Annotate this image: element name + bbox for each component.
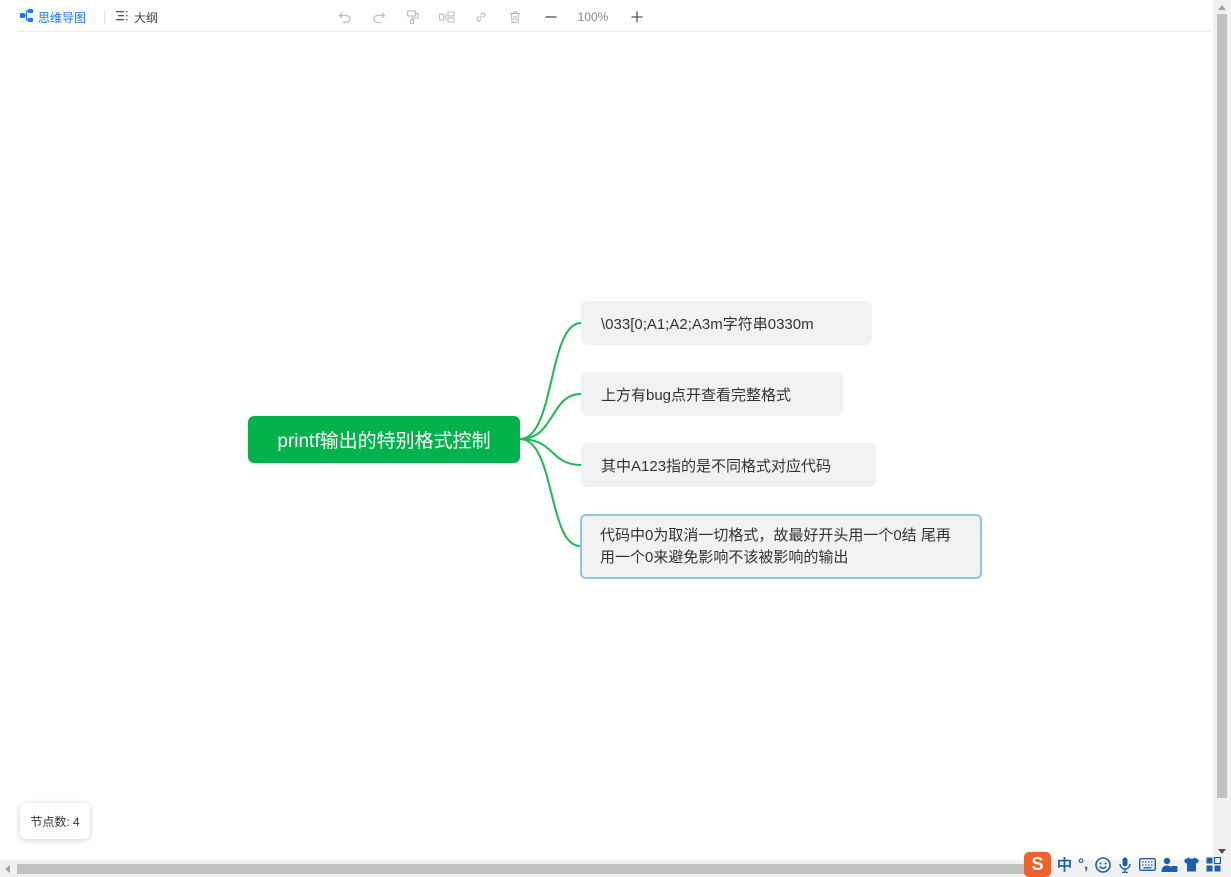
link-child-1 bbox=[519, 322, 582, 440]
mindmap-view-tab[interactable]: 思维导图 bbox=[20, 2, 86, 32]
zoom-out-button[interactable] bbox=[542, 8, 560, 26]
outline-icon bbox=[116, 10, 128, 24]
link-child-4 bbox=[519, 438, 581, 547]
redo-button[interactable] bbox=[370, 8, 388, 26]
undo-icon bbox=[338, 12, 351, 24]
child-node[interactable]: 上方有bug点开查看完整格式 bbox=[581, 372, 843, 416]
format-painter-button[interactable] bbox=[404, 8, 422, 26]
delete-icon bbox=[510, 11, 520, 24]
child-node[interactable]: 其中A123指的是不同格式对应代码 bbox=[581, 443, 876, 487]
link-icon bbox=[476, 12, 486, 22]
mindmap-canvas[interactable]: printf输出的特别格式控制 \033[0;A1;A2;A3m字符串0330m… bbox=[0, 33, 1213, 860]
keyboard-icon[interactable] bbox=[1138, 856, 1156, 874]
scroll-up-arrow-icon[interactable] bbox=[1213, 0, 1231, 14]
link-child-2 bbox=[519, 393, 582, 440]
format-painter-icon bbox=[406, 10, 419, 24]
ime-toolbar: S 中 °, bbox=[1024, 852, 1231, 877]
user-service-icon[interactable] bbox=[1160, 856, 1178, 874]
skin-shirt-icon[interactable] bbox=[1182, 856, 1200, 874]
toolbox-grid-icon[interactable] bbox=[1204, 856, 1222, 874]
outline-view-tab[interactable]: 大纲 bbox=[116, 2, 158, 32]
link-button[interactable] bbox=[472, 8, 490, 26]
toolbar-divider bbox=[104, 10, 105, 24]
mindmap-view-label: 思维导图 bbox=[38, 10, 87, 25]
toolbar: 思维导图 大纲 100% bbox=[18, 2, 1211, 32]
vertical-scroll-thumb[interactable] bbox=[1217, 14, 1227, 798]
ime-language-mode[interactable]: 中 bbox=[1057, 854, 1072, 875]
root-node[interactable]: printf输出的特别格式控制 bbox=[248, 416, 520, 463]
node-count-badge: 节点数: 4 bbox=[20, 803, 90, 839]
zoom-in-icon bbox=[631, 11, 643, 23]
mindmap-icon bbox=[20, 9, 33, 25]
child-node-label: 上方有bug点开查看完整格式 bbox=[601, 386, 792, 404]
zoom-in-button[interactable] bbox=[628, 8, 646, 26]
child-node-selected[interactable]: 代码中0为取消一切格式，故最好开头用一个0结 尾再用一个0来避免影响不该被影响的… bbox=[580, 514, 982, 579]
horizontal-scroll-thumb[interactable] bbox=[17, 864, 1027, 874]
zoom-level: 100% bbox=[577, 10, 609, 24]
zoom-out-icon bbox=[545, 16, 557, 18]
child-node-label: \033[0;A1;A2;A3m字符串0330m bbox=[601, 315, 814, 333]
undo-button[interactable] bbox=[336, 8, 354, 26]
outline-view-label: 大纲 bbox=[134, 10, 159, 25]
child-node-label: 其中A123指的是不同格式对应代码 bbox=[601, 457, 832, 475]
emoji-icon[interactable] bbox=[1094, 856, 1112, 874]
child-node-label: 代码中0为取消一切格式，故最好开头用一个0结 尾再用一个0来避免影响不该被影响的… bbox=[600, 526, 951, 566]
mindmap-editor: 思维导图 大纲 100% printf输出的特别格式控制 \033[0;A1;A… bbox=[0, 0, 1231, 877]
insert-node-button[interactable] bbox=[438, 8, 456, 26]
ime-punctuation-mode[interactable]: °, bbox=[1078, 856, 1088, 873]
redo-icon bbox=[373, 12, 386, 24]
insert-node-icon bbox=[439, 11, 455, 23]
sogou-logo-icon[interactable]: S bbox=[1024, 852, 1051, 877]
child-node[interactable]: \033[0;A1;A2;A3m字符串0330m bbox=[581, 301, 872, 345]
scroll-left-arrow-icon[interactable] bbox=[0, 860, 14, 877]
delete-button[interactable] bbox=[506, 8, 524, 26]
vertical-scrollbar[interactable] bbox=[1213, 0, 1231, 860]
microphone-icon[interactable] bbox=[1116, 856, 1134, 874]
